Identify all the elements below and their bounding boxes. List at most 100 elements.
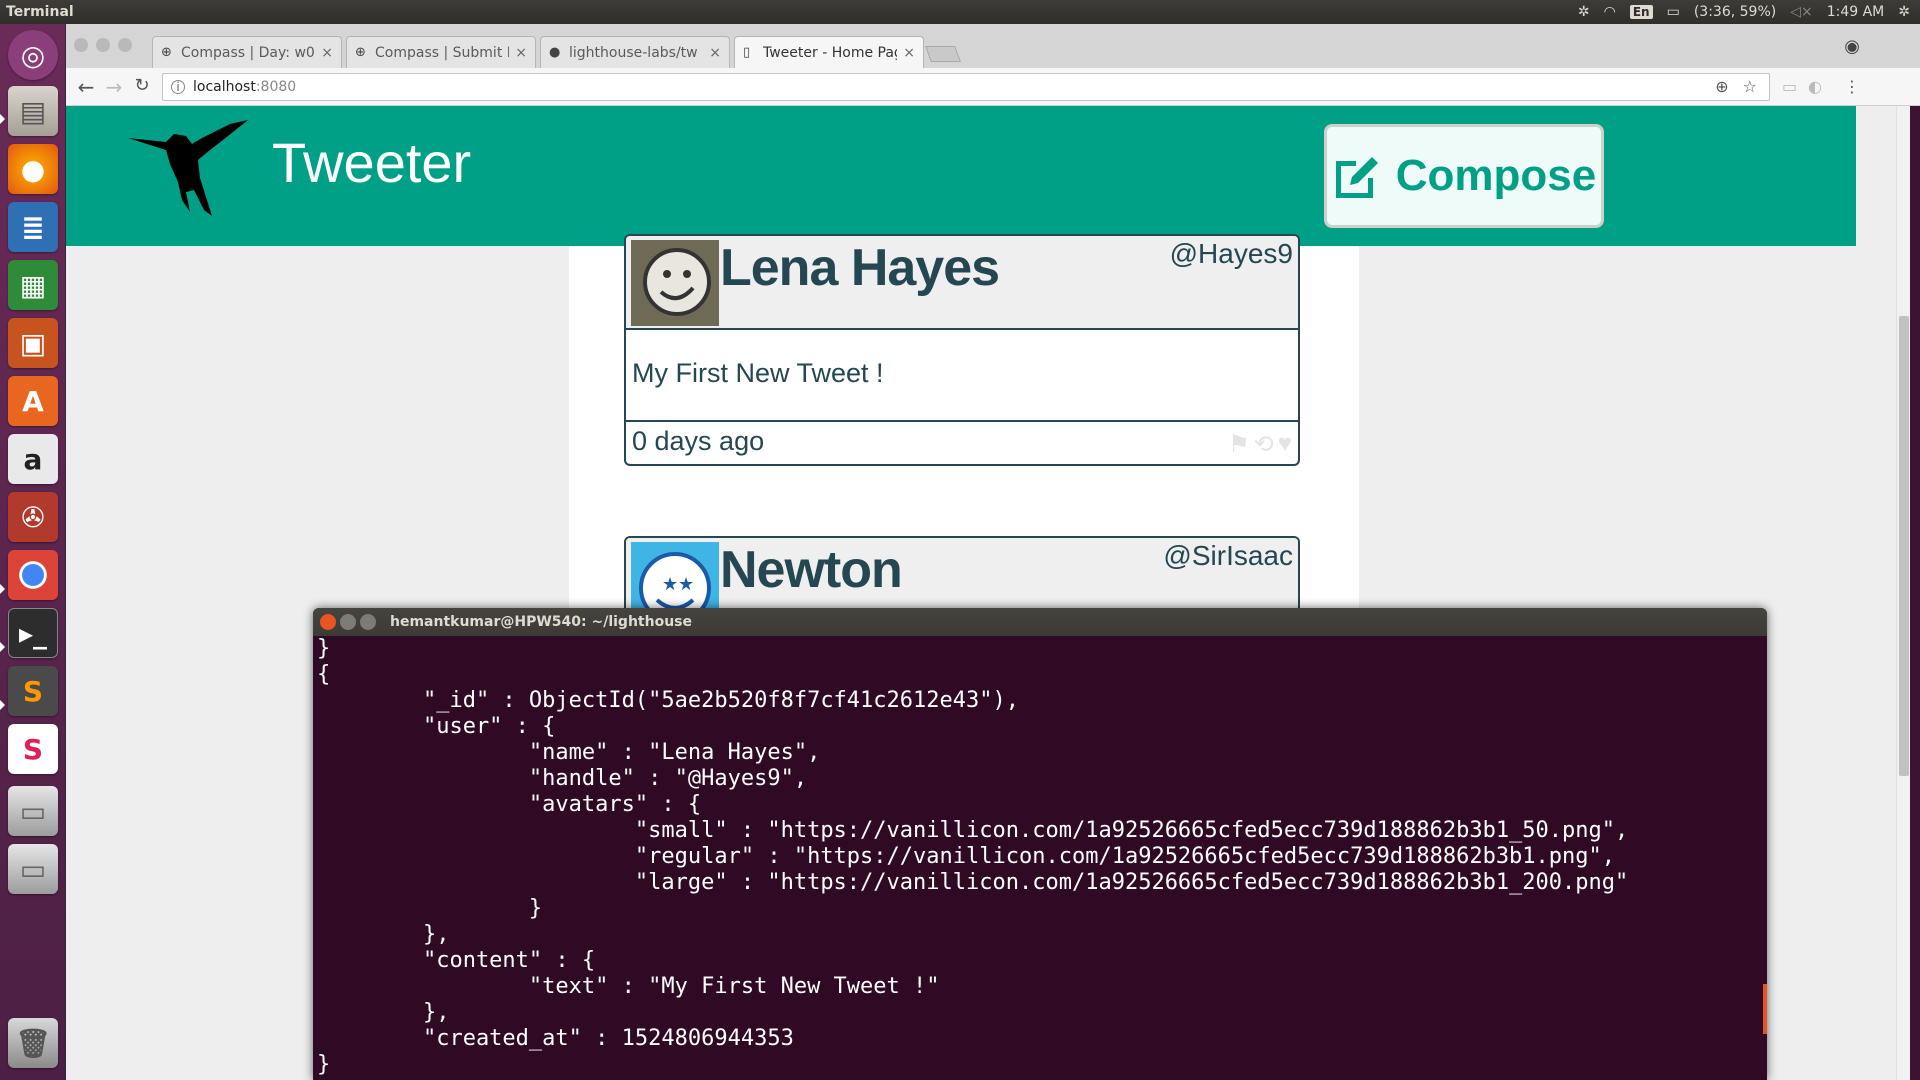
tab-compass-submit[interactable]: ⊕ Compass | Submit P × [346,36,536,68]
terminal-line: "name" : "Lena Hayes", [317,740,821,765]
browser-toolbar: ← → ↻ i localhost:8080 ⊕ ☆ ▭ ◐ ⋮ [66,68,1920,106]
top-panel: Terminal ✲ ◠ En ▭ (3:36, 59%) ◁× 1:49 AM… [0,0,1920,24]
background-window-edge [1910,106,1920,1080]
terminal-line: "large" : "https://vanillicon.com/1a9252… [317,870,1629,895]
terminal-icon[interactable]: ▸_ [8,608,58,658]
terminal-line: "handle" : "@Hayes9", [317,766,808,791]
software-center-icon[interactable]: A [8,376,58,426]
forward-arrow-icon[interactable]: → [102,75,126,99]
close-tab-icon[interactable]: × [515,45,527,61]
terminal-line: "_id" : ObjectId("5ae2b520f8f7cf41c2612e… [317,688,1019,713]
tweet-header: Lena Hayes @Hayes9 [626,236,1298,330]
address-port: :8080 [255,79,297,95]
sublime-text-icon[interactable]: S [8,666,58,716]
tweet-actions: ⚑ ⟲ ♥ [1228,430,1292,459]
address-bar[interactable]: i localhost:8080 ⊕ ☆ [162,73,1770,101]
settings-gear-icon[interactable]: ✲ [1578,4,1590,20]
site-info-icon[interactable]: i [171,80,185,94]
tweet-author-handle: @SirIsaac [1163,540,1293,571]
avatar [631,240,719,326]
page-favicon-icon: ▯ [743,44,751,60]
firefox-icon[interactable]: ● [8,144,58,194]
tweet-age: 0 days ago [632,426,765,456]
terminal-line: }, [317,1000,450,1025]
compose-button[interactable]: Compose [1324,124,1604,228]
amazon-icon[interactable]: a [8,434,58,484]
terminal-scroll-indicator[interactable] [1763,984,1767,1034]
clock[interactable]: 1:49 AM [1827,4,1885,20]
page-scrollbar[interactable] [1896,106,1910,1080]
tweet-author-name: Newton [720,541,903,599]
close-window-button[interactable] [320,614,336,630]
github-favicon-icon: ● [549,44,561,60]
address-host: localhost [193,79,256,95]
terminal-line: "small" : "https://vanillicon.com/1a9252… [317,818,1629,843]
system-tray: ✲ ◠ En ▭ (3:36, 59%) ◁× 1:49 AM ✲ [1578,4,1920,20]
terminal-title: hemantkumar@HPW540: ~/lighthouse [390,614,692,630]
close-tab-icon[interactable]: × [709,45,721,61]
scrollbar-thumb[interactable] [1899,316,1909,776]
compass-favicon-icon: ⊕ [355,44,366,60]
zoom-icon[interactable]: ⊕ [1715,77,1728,96]
terminal-line: } [317,1052,331,1077]
wifi-icon[interactable]: ◠ [1604,4,1616,20]
browser-menu-icon[interactable]: ⋮ [1844,77,1860,96]
extension-icon[interactable]: ▭ [1782,77,1797,96]
terminal-line: "avatars" : { [317,792,702,817]
terminal-line: } [317,636,331,661]
tab-compass-day[interactable]: ⊕ Compass | Day: w03 × [152,36,342,68]
close-window-button[interactable] [74,38,88,52]
svg-text:★: ★ [662,574,678,595]
flag-icon[interactable]: ⚑ [1228,430,1250,459]
chrome-icon[interactable] [8,550,58,600]
window-controls [74,38,132,52]
drive-icon[interactable]: ▭ [8,786,58,836]
tab-github[interactable]: ● lighthouse-labs/tw × [540,36,730,68]
new-tab-button[interactable] [925,46,961,62]
bookmark-star-icon[interactable]: ☆ [1743,77,1757,96]
writer-icon[interactable]: ≣ [8,202,58,252]
terminal-output[interactable]: }{ "_id" : ObjectId("5ae2b520f8f7cf41c26… [313,636,1767,1078]
back-arrow-icon[interactable]: ← [74,75,98,99]
svg-text:★: ★ [678,574,694,595]
terminal-line: "text" : "My First New Tweet !" [317,974,940,999]
tweet-card: Lena Hayes @Hayes9 My First New Tweet ! … [624,234,1300,466]
retweet-icon[interactable]: ⟲ [1254,430,1274,459]
ubuntu-dash-icon[interactable]: ◎ [8,30,58,80]
calc-icon[interactable]: ▦ [8,260,58,310]
session-gear-icon[interactable]: ✲ [1898,4,1910,20]
terminal-line: }, [317,922,450,947]
maximize-window-button[interactable] [360,614,376,630]
terminal-titlebar[interactable]: hemantkumar@HPW540: ~/lighthouse [313,608,1767,636]
heart-icon[interactable]: ♥ [1278,430,1292,459]
trash-icon[interactable]: 🗑 [8,1018,58,1068]
minimize-window-button[interactable] [340,614,356,630]
running-indicator [0,114,5,124]
running-indicator [0,584,5,594]
terminal-line: { [317,662,331,687]
keyboard-layout-indicator[interactable]: En [1629,5,1653,19]
edit-pencil-icon [1335,157,1378,198]
maximize-window-button[interactable] [118,38,132,52]
battery-status[interactable]: (3:36, 59%) [1694,4,1776,20]
compose-label: Compose [1395,151,1597,200]
impress-icon[interactable]: ▣ [8,318,58,368]
extension-icon[interactable]: ◐ [1808,77,1822,96]
volume-muted-icon[interactable]: ◁× [1790,4,1813,20]
close-tab-icon[interactable]: × [321,45,333,61]
system-settings-icon[interactable]: ✇ [8,492,58,542]
slack-icon[interactable]: S [8,724,58,774]
files-icon[interactable]: ▤ [8,86,58,136]
close-tab-icon[interactable]: × [903,45,915,61]
terminal-window[interactable]: hemantkumar@HPW540: ~/lighthouse }{ "_id… [313,608,1767,1080]
reload-icon[interactable]: ↻ [130,75,154,96]
minimize-window-button[interactable] [96,38,110,52]
profile-icon[interactable]: ◉ [1844,36,1860,57]
battery-icon[interactable]: ▭ [1667,4,1680,20]
drive-icon[interactable]: ▭ [8,844,58,894]
active-app-name: Terminal [6,4,74,20]
hummingbird-logo-icon [128,120,248,216]
tweet-author-name: Lena Hayes [720,239,1000,297]
running-indicator [0,642,5,652]
tab-tweeter[interactable]: ▯ Tweeter - Home Pag × [734,36,924,68]
